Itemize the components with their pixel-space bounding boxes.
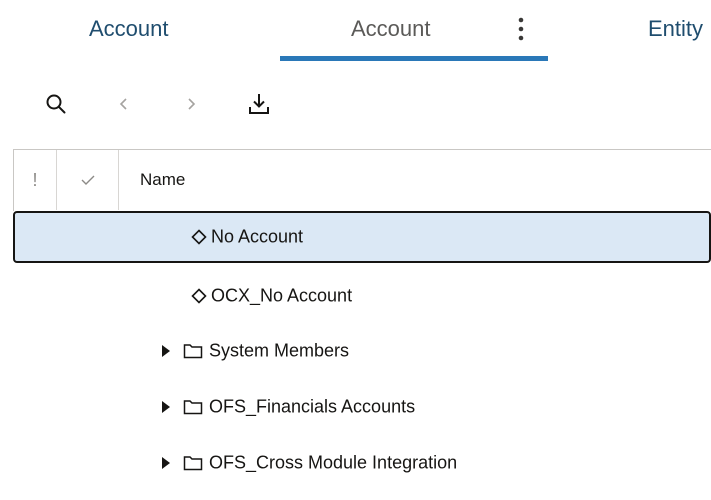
row-label: OFS_Cross Module Integration	[209, 452, 458, 473]
tab-entity[interactable]: Entity	[648, 14, 703, 44]
checkmark-icon	[81, 175, 94, 185]
folder-icon	[183, 399, 203, 415]
table-row[interactable]: OFS_Cross Module Integration	[13, 437, 711, 489]
table-row[interactable]: No Account	[13, 211, 711, 263]
chevron-right-icon	[188, 98, 196, 110]
diamond-icon	[191, 288, 207, 304]
expand-triangle-icon[interactable]	[159, 398, 173, 416]
expand-triangle-icon[interactable]	[159, 454, 173, 472]
member-grid: ! Name No Account OCX_No Account System …	[13, 149, 711, 500]
table-row[interactable]: OFS_Financials Accounts	[13, 381, 711, 433]
search-button[interactable]	[40, 88, 72, 120]
status-column-header[interactable]: !	[14, 150, 57, 210]
back-button[interactable]	[108, 88, 140, 120]
download-icon	[249, 94, 269, 114]
row-label: No Account	[211, 226, 304, 247]
row-label: OCX_No Account	[211, 285, 353, 306]
select-column-header[interactable]	[57, 150, 119, 210]
search-icon	[46, 94, 66, 114]
chevron-left-icon	[119, 98, 127, 110]
diamond-icon	[191, 229, 207, 245]
table-row[interactable]: System Members	[13, 325, 711, 377]
tab-bar: Account Account Entity	[0, 0, 711, 70]
forward-button[interactable]	[175, 88, 207, 120]
folder-icon	[183, 455, 203, 471]
row-label: System Members	[209, 340, 350, 361]
tab-account-2[interactable]: Account	[351, 14, 431, 44]
active-tab-indicator	[280, 56, 548, 61]
folder-icon	[183, 343, 203, 359]
table-row[interactable]: OCX_No Account	[13, 270, 711, 322]
name-column-header[interactable]: Name	[140, 150, 185, 210]
tab-account-1[interactable]: Account	[89, 14, 169, 44]
row-label: OFS_Financials Accounts	[209, 396, 416, 417]
export-button[interactable]	[243, 88, 275, 120]
expand-triangle-icon[interactable]	[159, 342, 173, 360]
tab-more-options-icon[interactable]	[510, 12, 532, 46]
